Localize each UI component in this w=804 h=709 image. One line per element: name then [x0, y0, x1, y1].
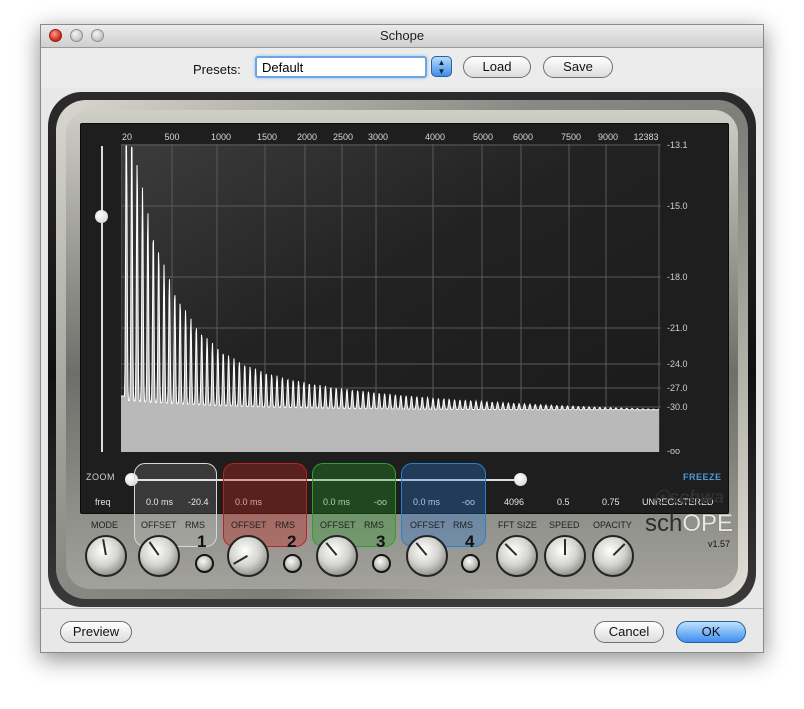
opacity-knob[interactable] — [592, 535, 634, 577]
ch4-rms-knob[interactable] — [461, 554, 480, 573]
ch3-offset-knob[interactable] — [316, 535, 358, 577]
frequency-label: 2000 — [296, 132, 318, 142]
freq-readout: freq — [95, 497, 111, 507]
speed-label: SPEED — [549, 520, 580, 530]
fft-size-knob[interactable] — [496, 535, 538, 577]
ok-button[interactable]: OK — [676, 621, 746, 643]
vertical-range-slider-handle[interactable] — [95, 210, 108, 223]
ch2-offset-label: OFFSET — [231, 520, 267, 530]
frequency-label: 5000 — [472, 132, 494, 142]
vertical-range-slider-track[interactable] — [101, 146, 103, 452]
preset-combo-field[interactable]: Default — [255, 56, 427, 78]
ch1-rms-knob[interactable] — [195, 554, 214, 573]
db-label: -oo — [667, 446, 681, 456]
ch4-rms-label: RMS — [453, 520, 473, 530]
schwa-swirl-icon: ☉ — [653, 487, 670, 507]
schope-logo-part-b: OPE — [682, 510, 734, 537]
version-label: v1.57 — [708, 539, 731, 549]
frequency-label: 3000 — [367, 132, 389, 142]
frequency-label: 500 — [164, 132, 180, 142]
db-label: -21.0 — [667, 323, 688, 333]
schwa-logo: ☉schwa — [653, 487, 724, 508]
chevron-down-icon: ▼ — [437, 67, 446, 76]
freeze-toggle[interactable]: FREEZE — [683, 472, 722, 482]
channel-4-number: 4 — [465, 532, 475, 551]
ch3-offset-label: OFFSET — [320, 520, 356, 530]
mode-knob[interactable] — [85, 535, 127, 577]
frequency-label: 7500 — [560, 132, 582, 142]
spectrum-display — [121, 144, 661, 452]
db-label: -13.1 — [667, 140, 688, 150]
zoom-label: ZOOM — [86, 472, 115, 482]
channel-3-number: 3 — [376, 532, 386, 551]
speed-readout: 0.5 — [557, 497, 570, 507]
db-label: -15.0 — [667, 201, 688, 211]
frequency-label: 20 — [121, 132, 133, 142]
frequency-label: 2500 — [332, 132, 354, 142]
fft-size-label: FFT SIZE — [498, 520, 537, 530]
frequency-label: 1500 — [256, 132, 278, 142]
ch4-offset-knob[interactable] — [406, 535, 448, 577]
ch3-rms-knob[interactable] — [372, 554, 391, 573]
fft-size-readout: 4096 — [504, 497, 525, 507]
opacity-readout: 0.75 — [602, 497, 620, 507]
presets-toolbar: Presets: Default ▲ ▼ Load Save — [41, 48, 763, 88]
spectrum-screen: 20 500 1000 1500 2000 2500 3000 4000 5000 6000 750… — [80, 123, 729, 514]
mode-label: MODE — [91, 520, 118, 530]
footer-separator — [41, 608, 763, 609]
schope-logo: schOPE — [645, 510, 733, 538]
zoom-slider-max-handle[interactable] — [514, 473, 527, 486]
ch1-rms-label: RMS — [185, 520, 205, 530]
load-button[interactable]: Load — [463, 56, 531, 78]
ch2-rms-label: RMS — [275, 520, 295, 530]
db-label: -30.0 — [667, 402, 688, 412]
preset-stepper[interactable]: ▲ ▼ — [431, 56, 452, 77]
schope-window: Schope Presets: Default ▲ ▼ Load Save 20 5… — [40, 24, 764, 653]
db-label: -18.0 — [667, 272, 688, 282]
ch2-offset-knob[interactable] — [227, 535, 269, 577]
chevron-up-icon: ▲ — [437, 58, 446, 67]
channel-1-number: 1 — [197, 532, 207, 551]
frequency-label: 6000 — [512, 132, 534, 142]
frequency-label: 1000 — [210, 132, 232, 142]
ch3-rms-label: RMS — [364, 520, 384, 530]
cancel-button[interactable]: Cancel — [594, 621, 664, 643]
schope-plugin-panel: 20 500 1000 1500 2000 2500 3000 4000 5000 6000 750… — [48, 92, 756, 607]
speed-knob[interactable] — [544, 535, 586, 577]
title-bar[interactable]: Schope — [41, 25, 763, 48]
frequency-label: 12383 — [633, 132, 659, 142]
channel-2-number: 2 — [287, 532, 297, 551]
ch4-offset-label: OFFSET — [410, 520, 446, 530]
ch1-offset-label: OFFSET — [141, 520, 177, 530]
schwa-logo-text: schwa — [669, 487, 725, 507]
frequency-label: 4000 — [424, 132, 446, 142]
db-label: -24.0 — [667, 359, 688, 369]
window-title: Schope — [379, 28, 425, 43]
save-button[interactable]: Save — [543, 56, 613, 78]
frequency-label: 9000 — [597, 132, 619, 142]
preview-button[interactable]: Preview — [60, 621, 132, 643]
presets-label: Presets: — [193, 62, 241, 77]
schope-logo-part-a: sch — [645, 510, 683, 537]
ch1-offset-knob[interactable] — [138, 535, 180, 577]
db-label: -27.0 — [667, 383, 688, 393]
opacity-label: OPACITY — [593, 520, 632, 530]
ch2-rms-knob[interactable] — [283, 554, 302, 573]
